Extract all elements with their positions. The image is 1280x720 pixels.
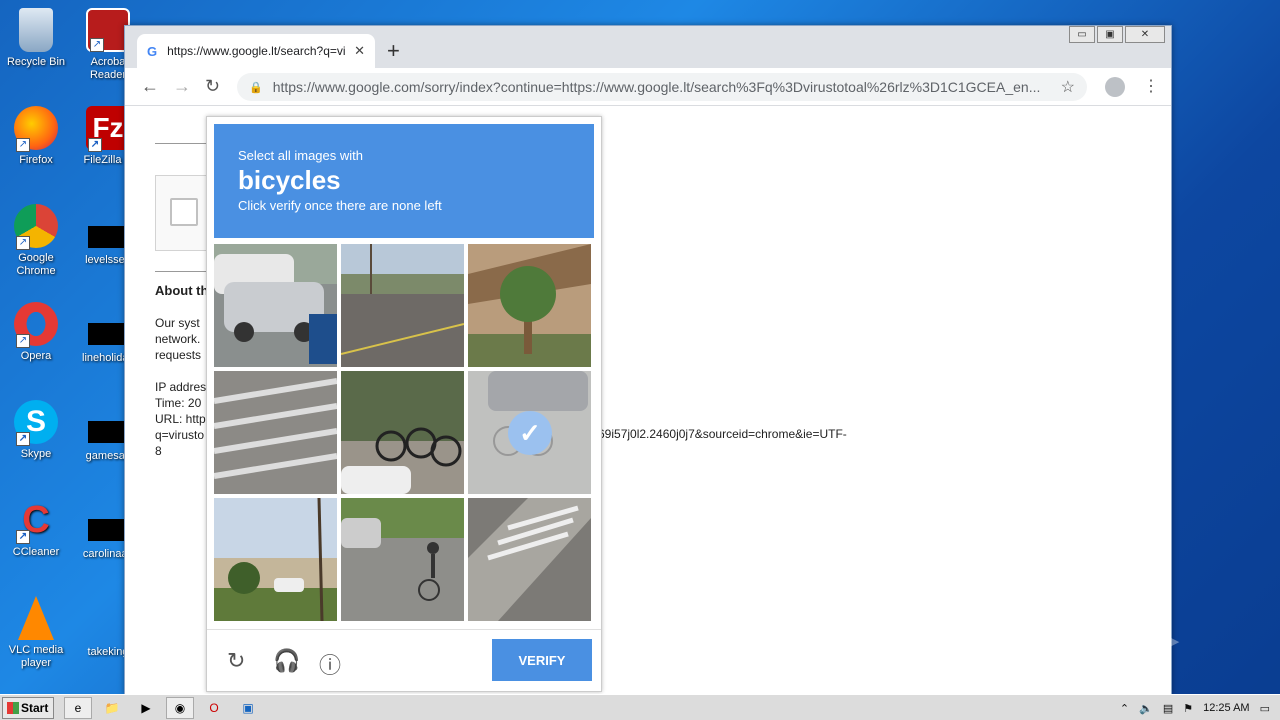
tab-close-icon[interactable]: ✕ [354,43,365,59]
opera-icon: ↗ [14,302,58,348]
firefox-icon: ↗ [14,106,58,152]
reload-challenge-icon[interactable]: ↻ [227,648,245,674]
address-url[interactable]: https://www.google.com/sorry/index?conti… [273,79,1053,95]
about-heading: About th [155,283,209,298]
browser-tab[interactable]: G https://www.google.lt/search?q=vir ✕ [137,34,375,68]
network-icon[interactable]: ▤ [1163,702,1173,715]
redacted-icon [88,519,124,541]
vlc-icon [18,596,54,640]
info-icon[interactable]: ⓘ [319,648,341,680]
desktop-icon-ccleaner[interactable]: C ↗ CCleaner [0,498,72,559]
lock-icon: 🔒 [249,81,263,94]
palm-tree-house-image [468,244,591,367]
forward-arrow-icon[interactable]: → [173,76,191,97]
desktop-icon-skype[interactable]: S ↗ Skype [0,400,72,461]
taskbar: Start e 📁 ▶ ◉ O ▣ ⌃ 🔈 ▤ ⚑ 12:25 AM ▭ [0,694,1280,720]
captcha-tile[interactable] [341,498,464,621]
street-road-image [341,244,464,367]
paragraph-details: IP addres Time: 20 URL: http q=virusto 8 [155,380,207,458]
flag-icon[interactable]: ⚑ [1183,702,1193,715]
reload-icon[interactable]: ↻ [205,76,220,97]
window-controls: ▭ ▣ ✕ [1069,26,1165,43]
back-arrow-icon[interactable]: ← [141,76,159,97]
ccleaner-icon: C ↗ [14,498,58,544]
cyclist-road-image [341,498,464,621]
explorer-taskbar-icon[interactable]: 📁 [98,697,126,719]
challenge-footer: ↻ 🎧 ⓘ VERIFY [207,629,601,693]
parked-cars-image [214,244,337,367]
redacted-icon [88,226,124,248]
captcha-tile[interactable] [214,498,337,621]
recaptcha-checkbox[interactable] [170,198,198,226]
google-favicon-icon: G [147,43,158,59]
new-tab-button[interactable]: + [387,38,400,64]
show-desktop-icon[interactable]: ▭ [1260,702,1270,715]
tab-title: https://www.google.lt/search?q=vir [167,44,347,58]
redacted-icon [88,421,124,443]
challenge-header: Select all images with bicycles Click ve… [214,124,594,238]
recaptcha-challenge: Select all images with bicycles Click ve… [206,116,602,692]
verify-button[interactable]: VERIFY [492,639,592,681]
audio-challenge-icon[interactable]: 🎧 [273,648,300,674]
chrome-icon: ↗ [14,204,58,250]
desktop-icon-chrome[interactable]: ↗ Google Chrome [0,204,72,278]
bookmark-star-icon[interactable]: ☆ [1061,77,1075,97]
close-window-button[interactable]: ✕ [1125,26,1165,43]
captcha-tile[interactable] [468,498,591,621]
captcha-tile[interactable] [341,371,464,494]
captcha-tile[interactable] [214,371,337,494]
start-button[interactable]: Start [2,697,54,719]
redacted-icon [88,323,124,345]
url-tail-text: 69i57j0l2.2460j0j7&sourceid=chrome&ie=UT… [598,427,847,441]
system-tray: ⌃ 🔈 ▤ ⚑ 12:25 AM ▭ [1120,695,1280,720]
paragraph-system: Our syst network. requests [155,316,202,362]
volume-icon[interactable]: 🔈 [1139,702,1153,715]
recycle-bin-icon [19,8,53,52]
desktop-icon-opera[interactable]: ↗ Opera [0,302,72,363]
app-taskbar-icon[interactable]: ▣ [234,697,262,719]
profile-avatar-icon[interactable] [1105,77,1125,97]
desktop-icon-vlc[interactable]: VLC media player [0,596,72,670]
restore-button[interactable]: ▣ [1097,26,1123,43]
menu-dots-icon[interactable]: ⋮ [1143,76,1159,96]
house-pole-image [214,498,337,621]
minimize-button[interactable]: ▭ [1069,26,1095,43]
chrome-taskbar-icon[interactable]: ◉ [166,697,194,719]
clock[interactable]: 12:25 AM [1203,702,1249,714]
challenge-target: bicycles [238,165,341,195]
opera-taskbar-icon[interactable]: O [200,697,228,719]
captcha-tile[interactable] [214,244,337,367]
address-bar[interactable]: 🔒 https://www.google.com/sorry/index?con… [237,73,1087,101]
captcha-tile[interactable] [341,244,464,367]
windows-flag-icon [7,702,19,714]
crosswalk-image [214,371,337,494]
ie-taskbar-icon[interactable]: e [64,697,92,719]
challenge-instruction: Select all images with [238,148,363,163]
challenge-hint: Click verify once there are none left [238,198,442,213]
captcha-tile-selected[interactable]: ✓ [468,371,591,494]
media-player-taskbar-icon[interactable]: ▶ [132,697,160,719]
crosswalk-curb-image [468,498,591,621]
skype-icon: S ↗ [14,400,58,446]
tray-expand-icon[interactable]: ⌃ [1120,702,1129,715]
desktop-icon-firefox[interactable]: ↗ Firefox [0,106,72,167]
bicycle-rack-image [341,371,464,494]
captcha-tile[interactable] [468,244,591,367]
image-grid: ✓ [214,244,594,624]
tab-strip: G https://www.google.lt/search?q=vir ✕ +… [125,26,1171,68]
selected-check-icon: ✓ [508,411,552,455]
desktop-icon-recycle-bin[interactable]: Recycle Bin [0,8,72,69]
browser-toolbar: ← → ↻ 🔒 https://www.google.com/sorry/ind… [125,68,1171,106]
